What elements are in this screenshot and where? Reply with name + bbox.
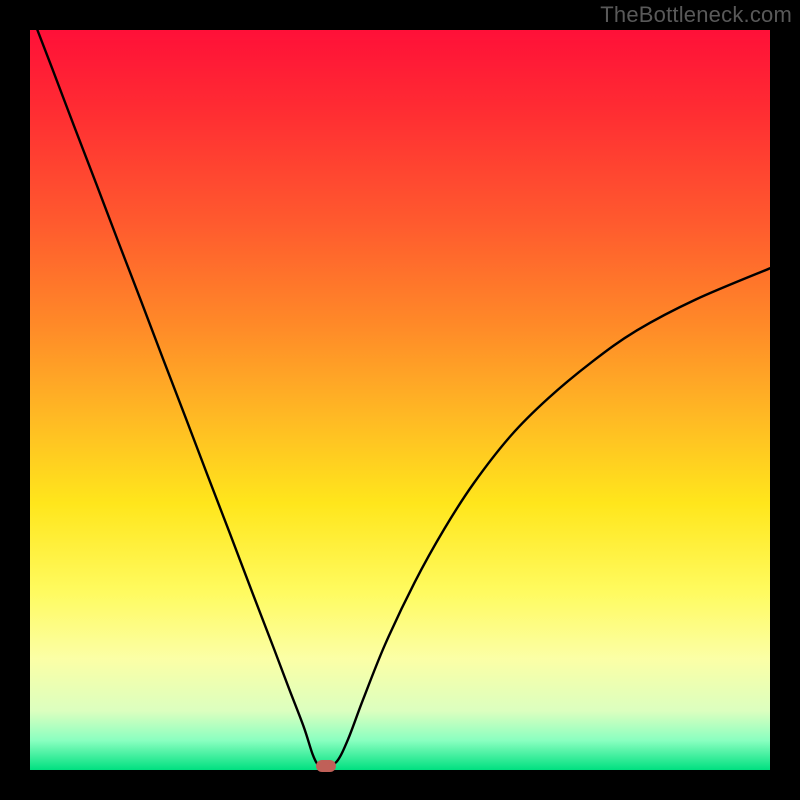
curve-svg <box>30 30 770 770</box>
minimum-marker <box>316 760 336 772</box>
bottleneck-curve <box>37 30 770 767</box>
plot-area <box>30 30 770 770</box>
chart-frame: TheBottleneck.com <box>0 0 800 800</box>
watermark-text: TheBottleneck.com <box>600 2 792 28</box>
